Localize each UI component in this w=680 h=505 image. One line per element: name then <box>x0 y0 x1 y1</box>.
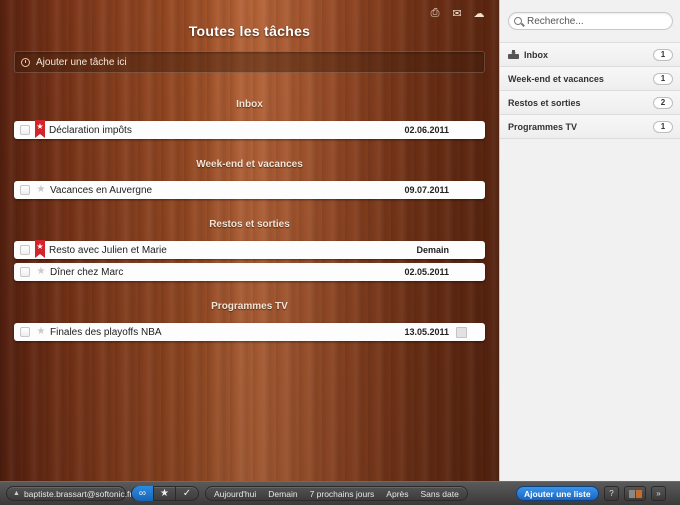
inbox-icon <box>508 50 519 59</box>
note-icon[interactable] <box>456 327 467 338</box>
section-title-weekend: Week-end et vacances <box>196 159 303 170</box>
add-list-button[interactable]: Ajouter une liste <box>516 486 599 501</box>
add-task-placeholder: Ajouter une tâche ici <box>36 56 127 68</box>
infinity-icon[interactable]: ∞ <box>132 486 154 501</box>
list-count-badge: 1 <box>653 48 673 61</box>
task-row[interactable]: ★ Resto avec Julien et Marie Demain <box>14 240 485 259</box>
account-button[interactable]: ▲ baptiste.brassart@softonic.fr <box>6 486 132 501</box>
search-box[interactable] <box>508 12 673 30</box>
list-name: Inbox <box>524 49 548 60</box>
task-checkbox[interactable] <box>20 125 30 135</box>
sidebar-toggle-icon-accent <box>635 489 642 498</box>
sidebar-toggle-icon <box>628 489 635 498</box>
triangle-up-icon: ▲ <box>13 490 20 497</box>
task-row[interactable]: ★ Déclaration impôts 02.06.2011 <box>14 120 485 139</box>
task-date[interactable]: 13.05.2011 <box>389 327 449 337</box>
star-icon[interactable]: ★ <box>35 240 45 258</box>
sidebar-item-programmes-tv[interactable]: Programmes TV 1 <box>500 115 680 139</box>
print-icon[interactable]: ⎙ <box>428 7 442 19</box>
task-row[interactable]: ★ Finales des playoffs NBA 13.05.2011 <box>14 323 485 341</box>
star-icon[interactable]: ★ <box>36 185 46 195</box>
list-name: Restos et sorties <box>508 97 581 108</box>
mail-icon[interactable]: ✉ <box>450 7 464 20</box>
task-title[interactable]: Finales des playoffs NBA <box>50 327 389 338</box>
date-filter-group: Aujourd'hui Demain 7 prochains jours Apr… <box>205 486 468 501</box>
top-toolbar: ⎙ ✉ ☁ <box>428 7 486 20</box>
task-checkbox[interactable] <box>20 245 30 255</box>
task-date[interactable]: 02.06.2011 <box>389 125 449 135</box>
task-title[interactable]: Resto avec Julien et Marie <box>49 245 389 256</box>
task-area: Toutes les tâches ⎙ ✉ ☁ Ajouter une tâch… <box>0 0 499 481</box>
filter-next-7-days[interactable]: 7 prochains jours <box>304 486 381 501</box>
list-menu: Inbox 1 Week-end et vacances 1 Restos et… <box>500 42 680 139</box>
filter-tomorrow[interactable]: Demain <box>262 486 303 501</box>
add-task-input[interactable]: Ajouter une tâche ici <box>14 51 485 73</box>
list-name: Programmes TV <box>508 121 578 132</box>
task-checkbox[interactable] <box>20 185 30 195</box>
task-checkbox[interactable] <box>20 267 30 277</box>
sidebar: Inbox 1 Week-end et vacances 1 Restos et… <box>499 0 680 481</box>
task-date[interactable]: 09.07.2011 <box>389 185 449 195</box>
task-title[interactable]: Vacances en Auvergne <box>50 185 389 196</box>
cloud-icon[interactable]: ☁ <box>472 7 486 20</box>
more-button[interactable]: » <box>651 486 666 501</box>
filter-later[interactable]: Après <box>380 486 414 501</box>
filter-today[interactable]: Aujourd'hui <box>208 486 262 501</box>
check-icon[interactable]: ✓ <box>176 486 198 501</box>
section-title-inbox: Inbox <box>236 99 263 110</box>
list-count-badge: 2 <box>653 96 673 109</box>
star-icon[interactable]: ★ <box>36 267 46 277</box>
task-date[interactable]: Demain <box>389 245 449 255</box>
list-count-badge: 1 <box>653 72 673 85</box>
filter-group: ∞ ★ ✓ <box>131 486 199 501</box>
task-title[interactable]: Déclaration impôts <box>49 125 389 136</box>
section-title-restos: Restos et sorties <box>209 219 290 230</box>
list-count-badge: 1 <box>653 120 673 133</box>
page-title: Toutes les tâches <box>188 23 311 39</box>
task-checkbox[interactable] <box>20 327 30 337</box>
sidebar-item-restos[interactable]: Restos et sorties 2 <box>500 91 680 115</box>
toggle-sidebar-button[interactable] <box>624 486 646 501</box>
star-icon[interactable]: ★ <box>36 327 46 337</box>
sidebar-item-weekend[interactable]: Week-end et vacances 1 <box>500 67 680 91</box>
list-name: Week-end et vacances <box>508 73 604 84</box>
search-input[interactable] <box>527 15 667 27</box>
task-title[interactable]: Dîner chez Marc <box>50 267 389 278</box>
bottom-toolbar: ▲ baptiste.brassart@softonic.fr ∞ ★ ✓ Au… <box>0 481 680 505</box>
task-row[interactable]: ★ Dîner chez Marc 02.05.2011 <box>14 263 485 281</box>
sidebar-item-inbox[interactable]: Inbox 1 <box>500 43 680 67</box>
filter-no-date[interactable]: Sans date <box>415 486 465 501</box>
search-icon <box>514 17 522 25</box>
clock-icon <box>21 57 30 67</box>
task-row[interactable]: ★ Vacances en Auvergne 09.07.2011 <box>14 181 485 199</box>
account-email: baptiste.brassart@softonic.fr <box>23 488 133 499</box>
help-button[interactable]: ? <box>604 486 619 501</box>
section-title-programmes-tv: Programmes TV <box>211 301 288 312</box>
task-date[interactable]: 02.05.2011 <box>389 267 449 277</box>
star-filter-icon[interactable]: ★ <box>154 486 176 501</box>
star-icon[interactable]: ★ <box>35 120 45 138</box>
